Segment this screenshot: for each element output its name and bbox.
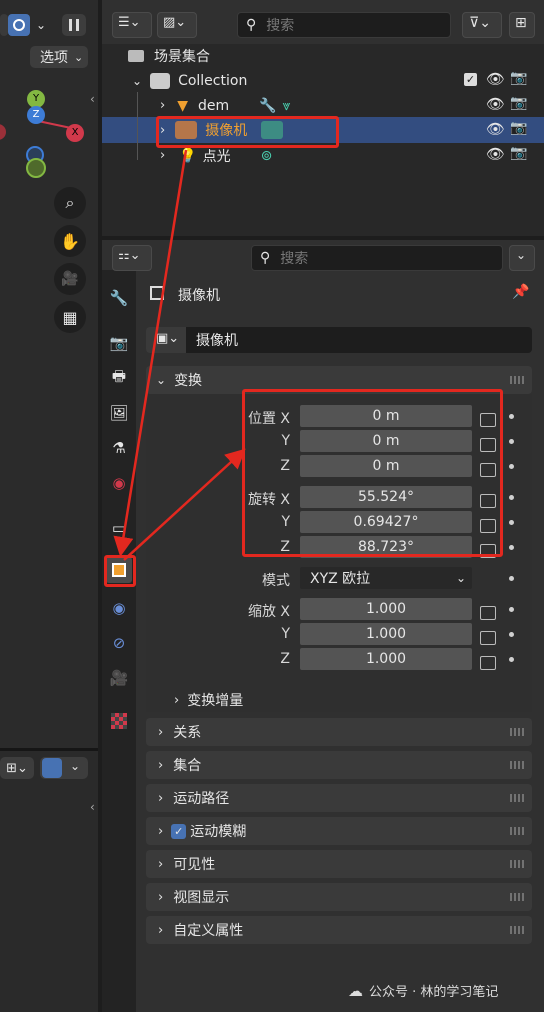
- annotation-arrow-up: [123, 448, 246, 561]
- annotation-arrow-down: [113, 149, 188, 557]
- annotation-arrows: [113, 149, 246, 561]
